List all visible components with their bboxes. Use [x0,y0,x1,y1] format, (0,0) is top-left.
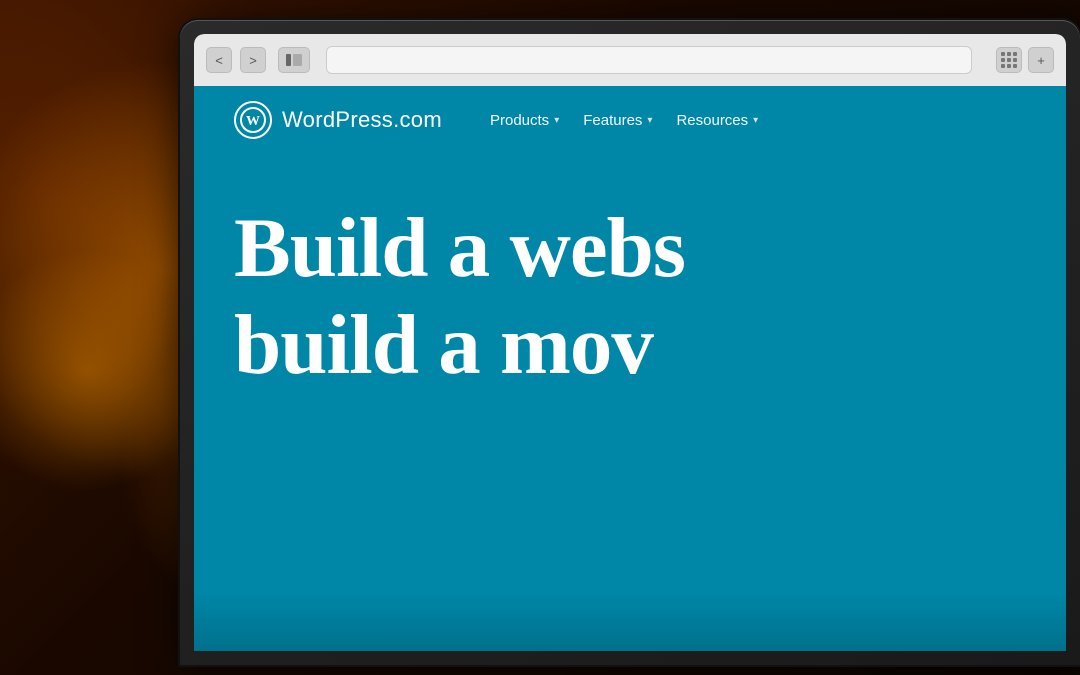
new-tab-button[interactable]: + [1028,47,1054,73]
nav-features[interactable]: Features ▾ [583,112,652,129]
nav-features-chevron: ▾ [647,115,652,126]
nav-resources-label: Resources [676,112,748,129]
nav-resources-chevron: ▾ [753,115,758,126]
wp-logo-icon: W [234,101,272,139]
hero-title-line1: Build a webs [234,204,1026,293]
sidebar-toggle-button[interactable] [278,47,310,73]
forward-icon: > [249,53,257,68]
new-tab-icon: + [1037,53,1045,68]
nav-products[interactable]: Products ▾ [490,112,559,129]
wordpress-logo[interactable]: W WordPress.com [234,101,442,139]
address-bar[interactable] [326,46,972,74]
laptop-shell: < > [180,20,1080,665]
back-icon: < [215,53,223,68]
browser-right-icons: + [996,47,1054,73]
wp-icon-svg: W [240,107,266,133]
nav-products-chevron: ▾ [554,115,559,126]
hero-title-line2: build a mov [234,301,1026,390]
nav-items: Products ▾ Features ▾ Resources ▾ [490,112,758,129]
grid-icon [1001,52,1017,68]
hero-section: Build a webs build a mov [194,154,1066,391]
website-content: W WordPress.com Products ▾ Features ▾ [194,86,1066,651]
forward-button[interactable]: > [240,47,266,73]
nav-products-label: Products [490,112,549,129]
nav-resources[interactable]: Resources ▾ [676,112,758,129]
bottom-gradient-overlay [194,591,1066,651]
browser-chrome: < > [194,34,1066,86]
nav-features-label: Features [583,112,642,129]
site-navigation: W WordPress.com Products ▾ Features ▾ [194,86,1066,154]
sidebar-icon [286,54,302,66]
wp-logo-text: WordPress.com [282,107,442,133]
svg-text:W: W [246,114,260,129]
back-button[interactable]: < [206,47,232,73]
grid-view-button[interactable] [996,47,1022,73]
screen-bezel: < > [194,34,1066,651]
